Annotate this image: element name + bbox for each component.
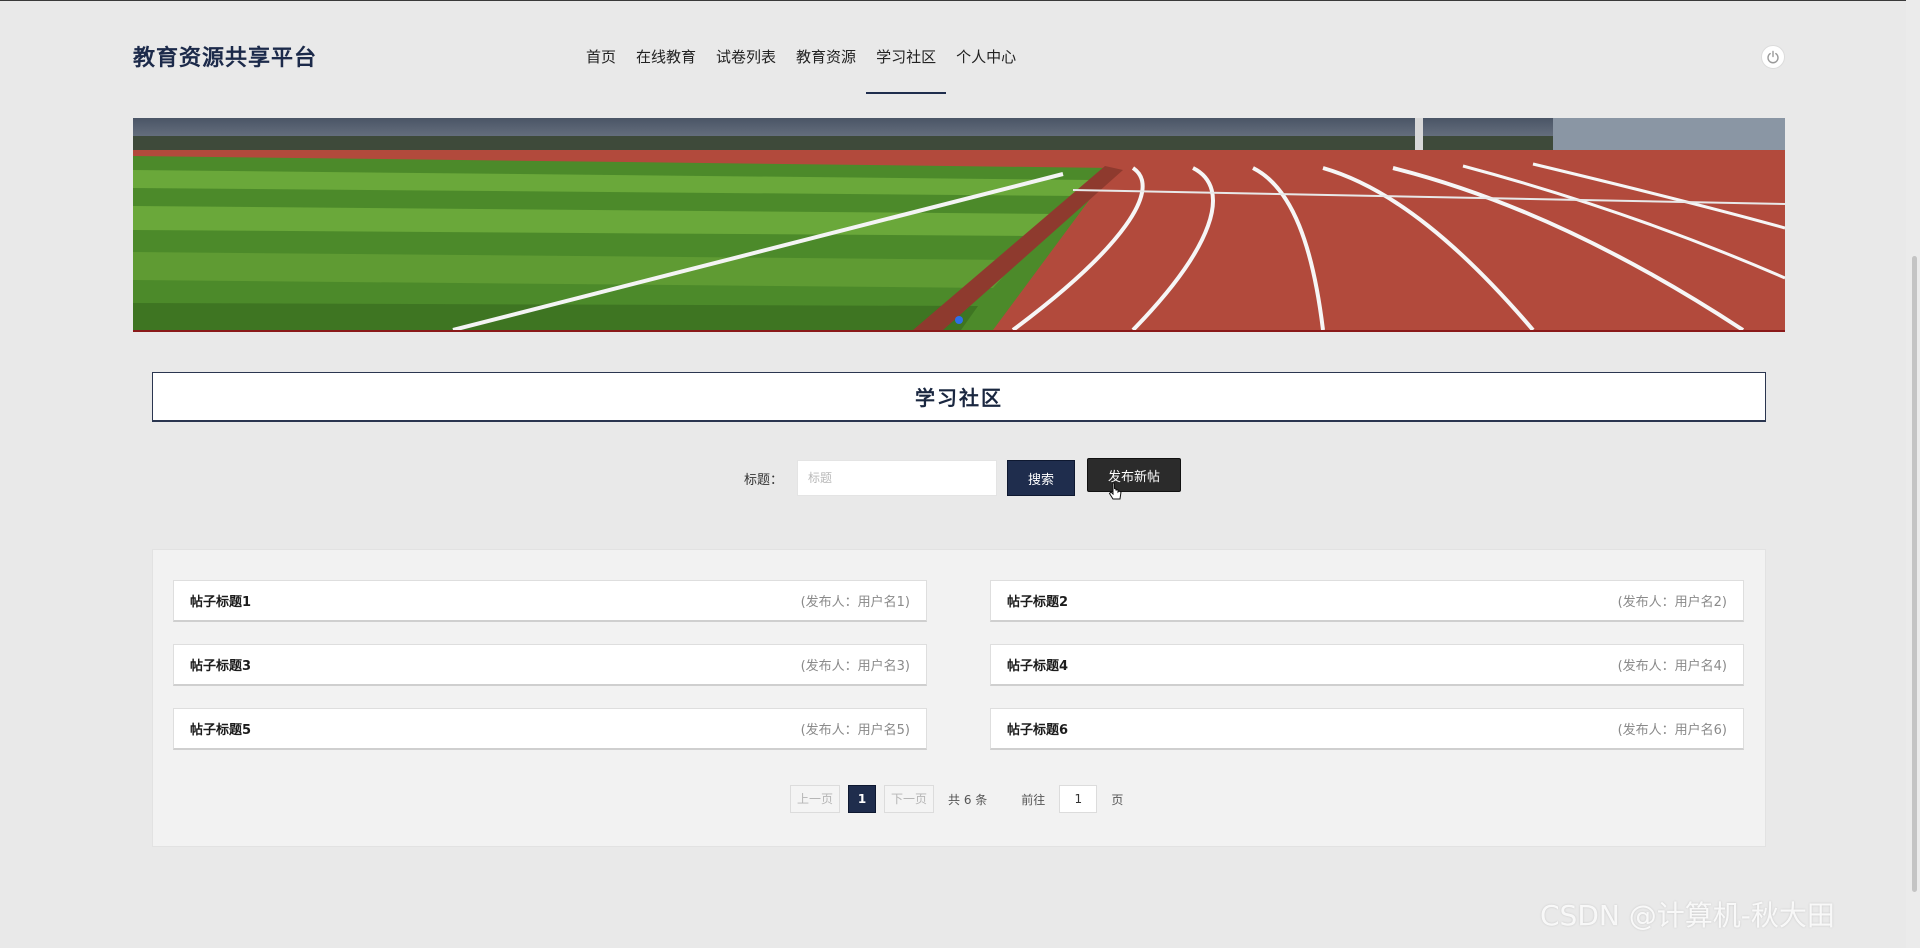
banner-image	[133, 118, 1785, 330]
post-title: 帖子标题4	[1007, 659, 1069, 674]
page-unit-label: 页	[1111, 792, 1124, 807]
top-border	[0, 0, 1920, 1]
pagination: 上一页 1 下一页 共 6 条 前往 页	[790, 785, 1123, 813]
total-count: 共 6 条	[948, 792, 988, 807]
nav-education-resources[interactable]: 教育资源	[786, 36, 866, 94]
banner-carousel[interactable]	[133, 118, 1785, 332]
post-author: (发布人：用户名5)	[800, 723, 910, 738]
prev-page-button[interactable]: 上一页	[790, 785, 841, 813]
nav-personal-center[interactable]: 个人中心	[946, 36, 1026, 94]
site-brand[interactable]: 教育资源共享平台	[133, 40, 317, 72]
post-author: (发布人：用户名1)	[800, 595, 910, 610]
goto-label: 前往	[1021, 792, 1046, 807]
search-label: 标题：	[744, 472, 784, 488]
new-post-button[interactable]: 发布新帖	[1087, 458, 1182, 492]
post-item[interactable]: 帖子标题6 (发布人：用户名6)	[990, 708, 1744, 750]
post-author: (发布人：用户名4)	[1617, 659, 1727, 674]
page-number-button[interactable]: 1	[848, 785, 877, 813]
post-item[interactable]: 帖子标题4 (发布人：用户名4)	[990, 644, 1744, 686]
nav-learning-community[interactable]: 学习社区	[866, 36, 947, 94]
post-title: 帖子标题6	[1007, 723, 1069, 738]
carousel-dot[interactable]	[955, 316, 963, 324]
power-icon	[1767, 50, 1779, 64]
search-button[interactable]: 搜索	[1007, 460, 1076, 496]
main-nav: 首页 在线教育 试卷列表 教育资源 学习社区 个人中心	[576, 36, 1026, 94]
post-author: (发布人：用户名3)	[800, 659, 910, 674]
scrollbar-thumb[interactable]	[1912, 256, 1917, 892]
mouse-cursor-icon	[1108, 482, 1122, 500]
post-title: 帖子标题3	[190, 659, 252, 674]
post-item[interactable]: 帖子标题3 (发布人：用户名3)	[173, 644, 927, 686]
carousel-indicators	[133, 316, 1785, 324]
post-author: (发布人：用户名2)	[1617, 595, 1727, 610]
page-title: 学习社区	[152, 372, 1766, 422]
nav-home[interactable]: 首页	[576, 36, 626, 94]
title-search-input[interactable]	[797, 460, 998, 496]
post-title: 帖子标题5	[190, 723, 252, 738]
post-item[interactable]: 帖子标题5 (发布人：用户名5)	[173, 708, 927, 750]
post-item[interactable]: 帖子标题2 (发布人：用户名2)	[990, 580, 1744, 622]
nav-online-education[interactable]: 在线教育	[626, 36, 706, 94]
next-page-button[interactable]: 下一页	[884, 785, 935, 813]
nav-exam-list[interactable]: 试卷列表	[706, 36, 786, 94]
post-title: 帖子标题2	[1007, 595, 1069, 610]
goto-page-input[interactable]	[1059, 785, 1098, 813]
watermark: CSDN @计算机-秋大田	[1540, 899, 1835, 932]
post-item[interactable]: 帖子标题1 (发布人：用户名1)	[173, 580, 927, 622]
post-title: 帖子标题1	[190, 595, 252, 610]
logout-button[interactable]	[1761, 45, 1785, 69]
post-author: (发布人：用户名6)	[1617, 723, 1727, 738]
